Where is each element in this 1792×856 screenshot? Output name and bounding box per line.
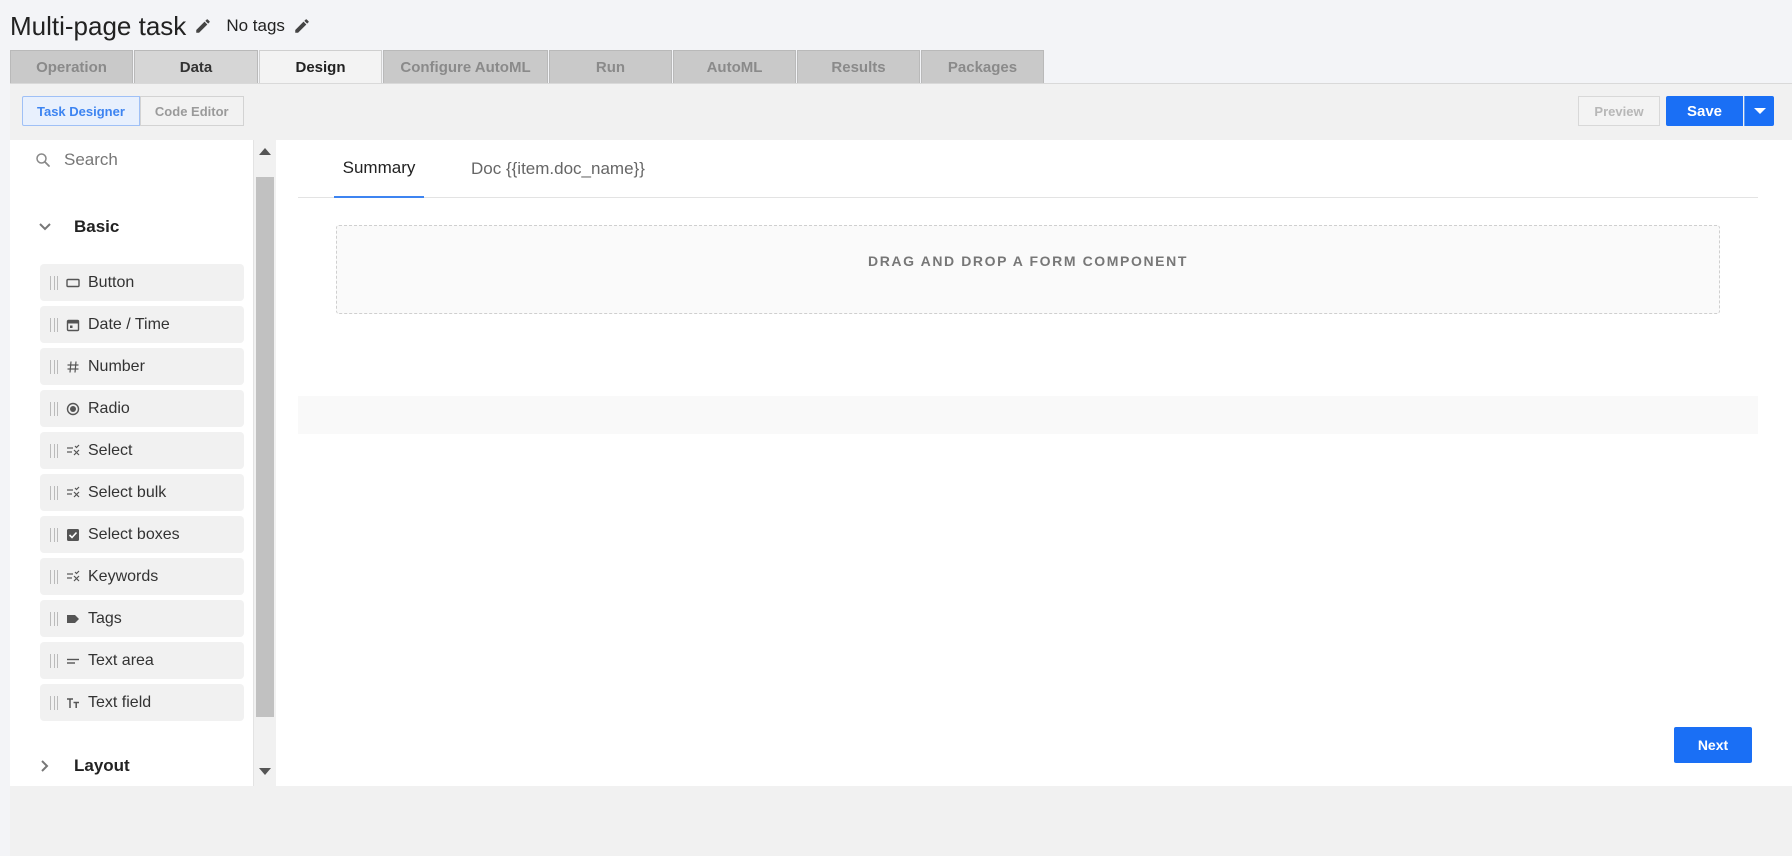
hash-icon [66, 360, 80, 374]
component-label: Button [88, 273, 135, 291]
scroll-up-arrow-icon[interactable] [259, 148, 271, 155]
group-basic-label: Basic [74, 217, 120, 236]
tags-text: No tags [226, 16, 285, 35]
component-select-bulk[interactable]: Select bulk [40, 474, 244, 511]
drag-handle-icon [50, 485, 58, 500]
scroll-down-arrow-icon[interactable] [259, 768, 271, 775]
form-footer-bar [298, 396, 1758, 434]
component-text-field[interactable]: Text field [40, 684, 244, 721]
tab-configure-automl[interactable]: Configure AutoML [383, 50, 548, 84]
chevron-right-icon [41, 760, 49, 772]
next-button[interactable]: Next [1674, 727, 1752, 763]
form-dropzone[interactable]: DRAG AND DROP A FORM COMPONENT [336, 225, 1720, 314]
form-canvas: Summary Doc {{item.doc_name}} DRAG AND D… [276, 140, 1792, 786]
group-layout[interactable]: Layout [38, 751, 130, 781]
tab-automl[interactable]: AutoML [673, 50, 796, 84]
component-label: Number [88, 357, 145, 375]
drag-handle-icon [50, 653, 58, 668]
designer-toolbar: Task Designer Code Editor Preview Save [10, 84, 1792, 140]
component-label: Tags [88, 609, 122, 627]
tab-run[interactable]: Run [549, 50, 672, 84]
search-input[interactable] [64, 150, 224, 170]
scroll-thumb[interactable] [256, 177, 274, 717]
page-tab-doc[interactable]: Doc {{item.doc_name}} [461, 140, 655, 198]
component-label: Select [88, 441, 133, 459]
drag-handle-icon [50, 317, 58, 332]
main-tabs: Operation Data Design Configure AutoML R… [10, 50, 1045, 84]
calendar-icon [66, 318, 80, 332]
radio-icon [66, 402, 80, 416]
tab-packages[interactable]: Packages [921, 50, 1044, 84]
component-select-boxes[interactable]: Select boxes [40, 516, 244, 553]
drag-handle-icon [50, 275, 58, 290]
group-layout-label: Layout [74, 756, 130, 775]
checkbox-icon [66, 528, 80, 542]
select-icon [66, 570, 80, 584]
chevron-down-icon [39, 223, 51, 231]
edit-tags-icon[interactable] [293, 17, 311, 35]
component-keywords[interactable]: Keywords [40, 558, 244, 595]
component-tags[interactable]: Tags [40, 600, 244, 637]
component-label: Text field [88, 693, 152, 711]
drag-handle-icon [50, 569, 58, 584]
select-icon [66, 486, 80, 500]
drag-handle-icon [50, 611, 58, 626]
sidebar-scrollbar[interactable] [254, 140, 276, 786]
tags-label: No tags [226, 16, 311, 36]
component-button[interactable]: Button [40, 264, 244, 301]
tag-icon [66, 612, 80, 626]
textarea-icon [66, 654, 80, 668]
component-number[interactable]: Number [40, 348, 244, 385]
search-icon [36, 153, 50, 167]
edit-title-icon[interactable] [194, 17, 212, 35]
component-text-area[interactable]: Text area [40, 642, 244, 679]
component-sidebar: Basic Button Date / Time Number Radi [10, 140, 254, 786]
task-title: Multi-page task [10, 10, 187, 41]
design-panel: Task Designer Code Editor Preview Save B… [10, 83, 1792, 856]
drag-handle-icon [50, 401, 58, 416]
component-date-time[interactable]: Date / Time [40, 306, 244, 343]
textfield-icon [66, 696, 80, 710]
search-row [34, 148, 224, 172]
task-designer-button[interactable]: Task Designer [22, 96, 140, 126]
page-tabs: Summary Doc {{item.doc_name}} [298, 140, 1758, 198]
save-button[interactable]: Save [1666, 96, 1743, 126]
component-label: Keywords [88, 567, 159, 585]
select-icon [66, 444, 80, 458]
tab-data[interactable]: Data [134, 50, 258, 84]
task-header: Multi-page task No tags [10, 8, 311, 44]
basic-component-list: Button Date / Time Number Radio Select S… [40, 264, 244, 726]
preview-button[interactable]: Preview [1578, 96, 1660, 126]
button-icon [66, 276, 80, 290]
tab-results[interactable]: Results [797, 50, 920, 84]
component-label: Select boxes [88, 525, 180, 543]
dropzone-label: DRAG AND DROP A FORM COMPONENT [868, 253, 1188, 269]
group-basic[interactable]: Basic [38, 212, 119, 242]
tab-operation[interactable]: Operation [10, 50, 133, 84]
component-label: Date / Time [88, 315, 170, 333]
drag-handle-icon [50, 527, 58, 542]
mode-toggle: Task Designer Code Editor [22, 96, 244, 126]
component-select[interactable]: Select [40, 432, 244, 469]
code-editor-button[interactable]: Code Editor [139, 96, 244, 126]
drag-handle-icon [50, 359, 58, 374]
component-label: Radio [88, 399, 130, 417]
component-radio[interactable]: Radio [40, 390, 244, 427]
drag-handle-icon [50, 695, 58, 710]
page-tab-summary[interactable]: Summary [334, 140, 424, 198]
component-label: Select bulk [88, 483, 167, 501]
tab-design[interactable]: Design [259, 50, 382, 84]
drag-handle-icon [50, 443, 58, 458]
save-dropdown-button[interactable] [1744, 96, 1774, 126]
component-label: Text area [88, 651, 154, 669]
